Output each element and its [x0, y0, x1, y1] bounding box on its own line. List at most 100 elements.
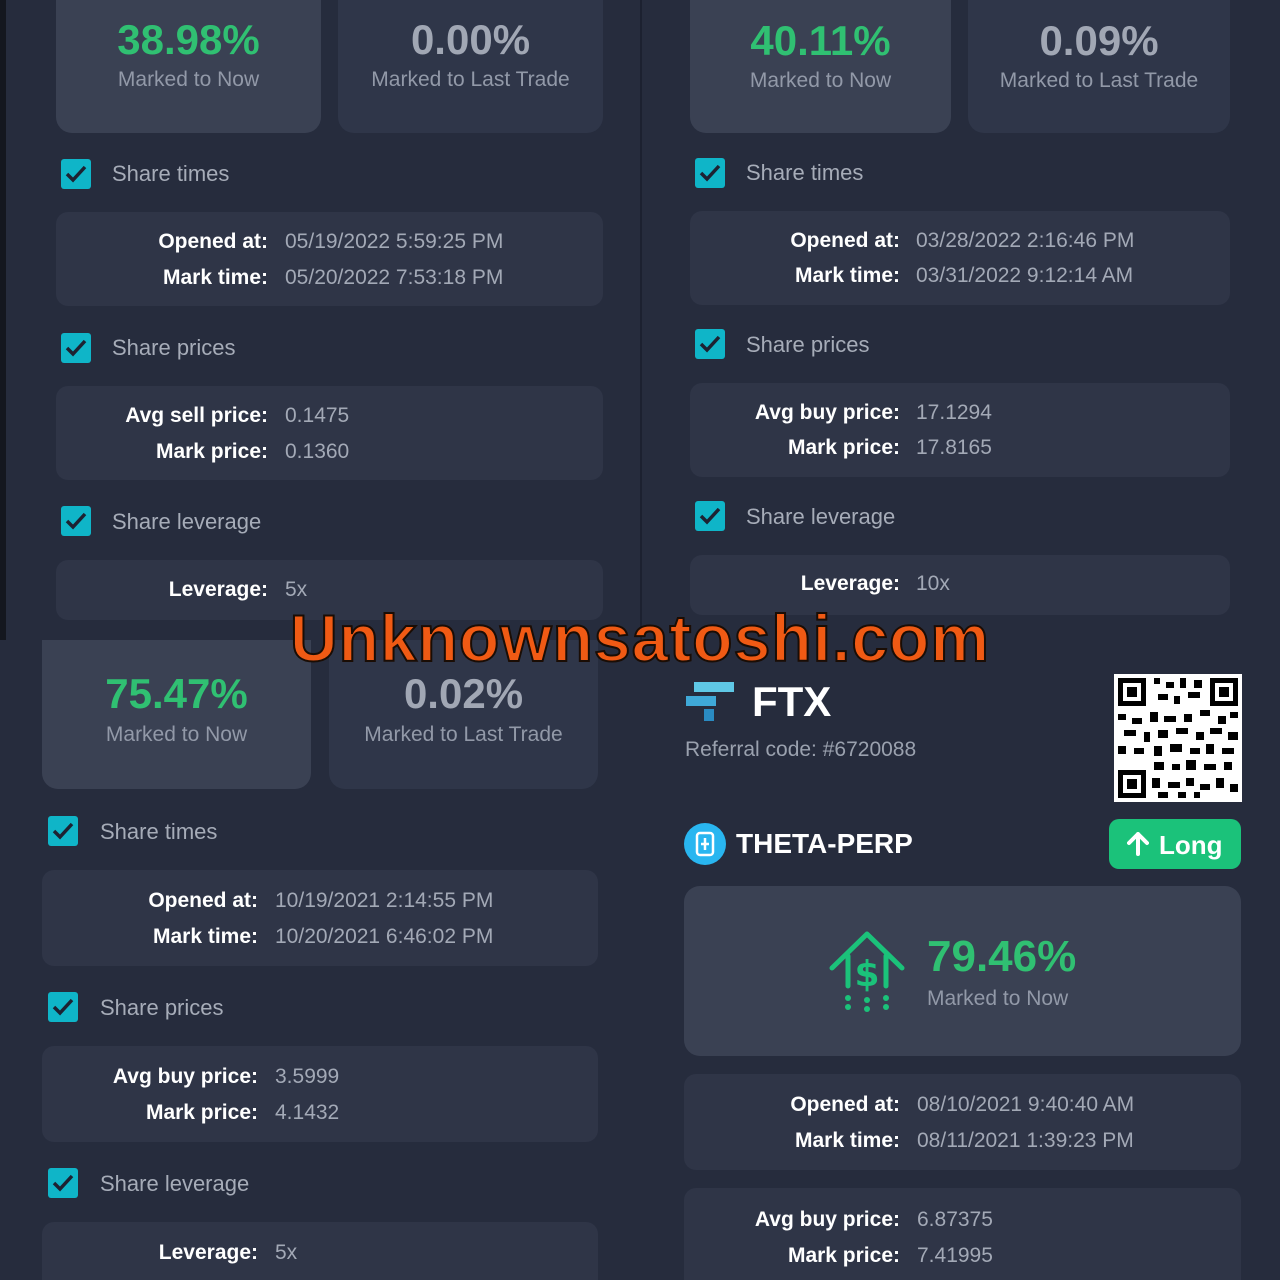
mark-price-key: Mark price: — [145, 1101, 258, 1124]
avg-price-value: 3.5999 — [275, 1065, 340, 1088]
marked-to-now-value: 38.98% — [117, 16, 260, 63]
leverage-key: Leverage: — [168, 578, 268, 601]
marked-to-now-label: Marked to Now — [749, 69, 892, 92]
checkmark-icon — [52, 822, 74, 840]
mark-price-key: Mark price: — [787, 436, 900, 459]
long-button-label: Long — [1159, 830, 1223, 860]
referral-code: Referral code: #6720088 — [685, 738, 917, 761]
svg-text:$: $ — [854, 954, 879, 995]
mark-price-value: 0.1360 — [285, 440, 350, 463]
market-symbol: THETA-PERP — [736, 828, 913, 859]
checkmark-icon — [65, 339, 87, 357]
opened-at-value: 10/19/2021 2:14:55 PM — [275, 889, 494, 912]
mark-time-value: 08/11/2021 1:39:23 PM — [917, 1129, 1134, 1152]
marked-to-last-trade-value: 0.02% — [403, 670, 524, 717]
opened-at-value: 08/10/2021 9:40:40 AM — [917, 1093, 1135, 1116]
ftx-share-card: FTX Referral code: #6720088 THETA-PERP L… — [640, 640, 1280, 1280]
checkmark-icon — [65, 165, 87, 183]
checkmark-icon — [699, 164, 721, 182]
marked-to-now-label: Marked to Now — [105, 723, 248, 746]
house-dollar-up-icon: $ — [829, 931, 905, 1012]
share-times-checkbox[interactable] — [61, 159, 91, 189]
checkmark-icon — [65, 512, 87, 530]
share-prices-checkbox[interactable] — [48, 992, 78, 1022]
prices-box — [56, 386, 603, 480]
checkmark-icon — [699, 335, 721, 353]
times-box — [42, 870, 598, 966]
mark-price-key: Mark price: — [155, 440, 268, 463]
avg-price-key: Avg sell price: — [125, 404, 268, 427]
opened-at-key: Opened at: — [790, 1093, 900, 1116]
share-times-label: Share times — [112, 161, 230, 186]
times-box — [690, 211, 1230, 305]
share-prices-label: Share prices — [746, 332, 870, 357]
leverage-key: Leverage: — [158, 1241, 258, 1264]
leverage-value: 5x — [285, 578, 308, 601]
qr-code-icon — [1114, 674, 1242, 802]
marked-to-last-trade-label: Marked to Last Trade — [999, 69, 1199, 92]
opened-at-key: Opened at: — [148, 889, 258, 912]
opened-at-value: 03/28/2022 2:16:46 PM — [916, 229, 1135, 252]
marked-to-last-trade-label: Marked to Last Trade — [371, 68, 570, 91]
marked-to-last-trade-value: 0.00% — [410, 16, 531, 63]
share-leverage-label: Share leverage — [112, 509, 262, 534]
prices-box — [42, 1046, 598, 1142]
mark-time-value: 03/31/2022 9:12:14 AM — [916, 264, 1134, 287]
long-button[interactable]: Long — [1109, 819, 1241, 869]
share-card-panel-2: 40.11% Marked to Now 0.09% Marked to Las… — [642, 0, 1280, 640]
marked-to-now-label: Marked to Now — [927, 987, 1069, 1010]
mark-time-key: Mark time: — [152, 925, 258, 948]
checkmark-icon — [52, 998, 74, 1016]
avg-price-value: 6.87375 — [917, 1208, 993, 1231]
leverage-value: 5x — [275, 1241, 298, 1264]
mark-time-key: Mark time: — [162, 266, 268, 289]
mark-time-value: 10/20/2021 6:46:02 PM — [275, 925, 494, 948]
times-box — [56, 212, 603, 306]
marked-to-last-trade-value: 0.09% — [1039, 17, 1159, 64]
marked-to-now-value: 40.11% — [750, 17, 891, 64]
share-prices-label: Share prices — [100, 995, 224, 1020]
watermark: Unknownsatoshi.com — [289, 600, 991, 676]
mark-price-value: 4.1432 — [275, 1101, 340, 1124]
share-prices-checkbox[interactable] — [695, 329, 725, 359]
opened-at-key: Opened at: — [158, 230, 268, 253]
share-card-panel-3: 75.47% Marked to Now 0.02% Marked to Las… — [0, 640, 640, 1280]
share-leverage-label: Share leverage — [746, 504, 896, 529]
ftx-logo-icon — [686, 682, 734, 721]
mark-time-key: Mark time: — [794, 1129, 900, 1152]
mark-time-value: 05/20/2022 7:53:18 PM — [285, 266, 504, 289]
prices-box — [690, 383, 1230, 477]
arrow-up-icon — [1127, 832, 1149, 856]
marked-to-last-trade-label: Marked to Last Trade — [364, 723, 563, 746]
times-box — [684, 1074, 1241, 1170]
share-times-checkbox[interactable] — [48, 816, 78, 846]
share-prices-checkbox[interactable] — [61, 333, 91, 363]
marked-to-last-trade-stat: 0.09% Marked to Last Trade — [968, 0, 1230, 133]
marked-to-now-stat: 38.98% Marked to Now — [56, 0, 321, 133]
mark-price-value: 17.8165 — [916, 436, 992, 459]
mark-price-key: Mark price: — [787, 1244, 900, 1267]
ftx-brand: FTX — [752, 678, 832, 725]
share-prices-label: Share prices — [112, 335, 236, 360]
share-times-label: Share times — [100, 819, 218, 844]
leverage-value: 10x — [916, 572, 950, 595]
avg-price-key: Avg buy price: — [754, 401, 900, 424]
marked-to-now-value: 75.47% — [105, 670, 248, 717]
mark-time-key: Mark time: — [794, 264, 900, 287]
share-leverage-checkbox[interactable] — [695, 501, 725, 531]
share-times-checkbox[interactable] — [695, 158, 725, 188]
opened-at-key: Opened at: — [790, 229, 900, 252]
share-leverage-checkbox[interactable] — [48, 1168, 78, 1198]
marked-to-now-stat: 40.11% Marked to Now — [690, 0, 951, 133]
share-leverage-checkbox[interactable] — [61, 506, 91, 536]
avg-price-key: Avg buy price: — [112, 1065, 258, 1088]
share-leverage-label: Share leverage — [100, 1171, 250, 1196]
marked-to-now-value: 79.46% — [927, 932, 1077, 981]
avg-price-key: Avg buy price: — [754, 1208, 900, 1231]
leverage-key: Leverage: — [800, 572, 900, 595]
share-times-label: Share times — [746, 160, 864, 185]
theta-coin-icon — [684, 823, 726, 865]
leverage-box — [42, 1222, 598, 1280]
mark-price-value: 7.41995 — [917, 1244, 993, 1267]
marked-to-last-trade-stat: 0.00% Marked to Last Trade — [338, 0, 603, 133]
